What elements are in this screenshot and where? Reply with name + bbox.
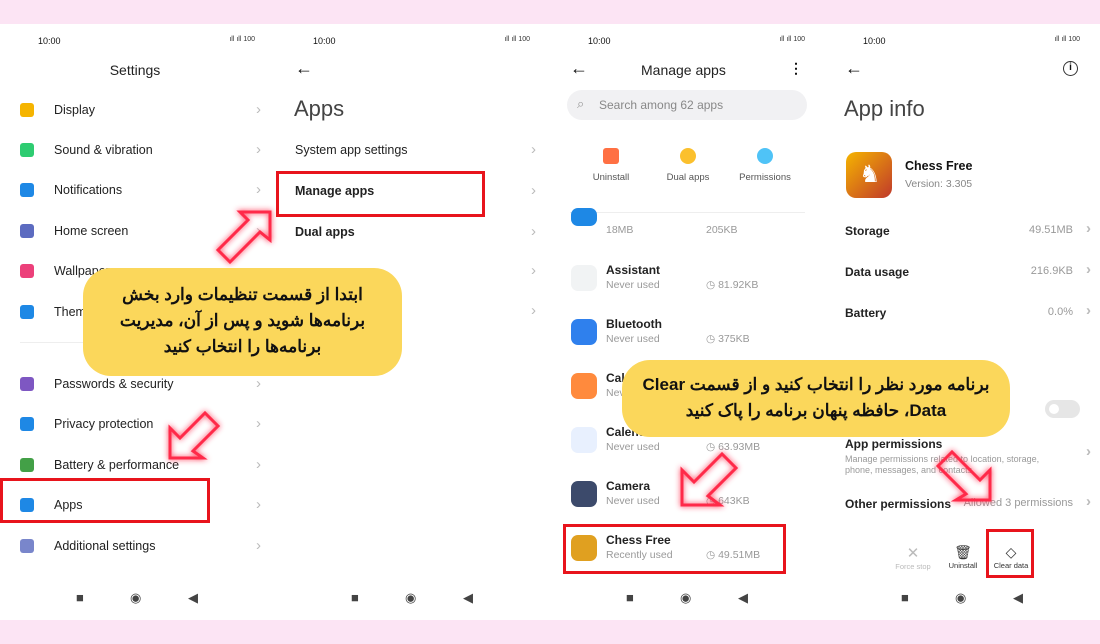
arrow-icon [680, 451, 739, 507]
instruction-bubble-1: ابتدا از قسمت تنظیمات وارد بخش برنامه‌ها… [83, 268, 402, 376]
instruction-bubble-2: برنامه مورد نظر را انتخاب کنید و از قسمت… [622, 360, 1010, 437]
arrow-icon [168, 410, 221, 460]
arrow-icon [215, 210, 272, 265]
arrow-icon [935, 449, 992, 502]
